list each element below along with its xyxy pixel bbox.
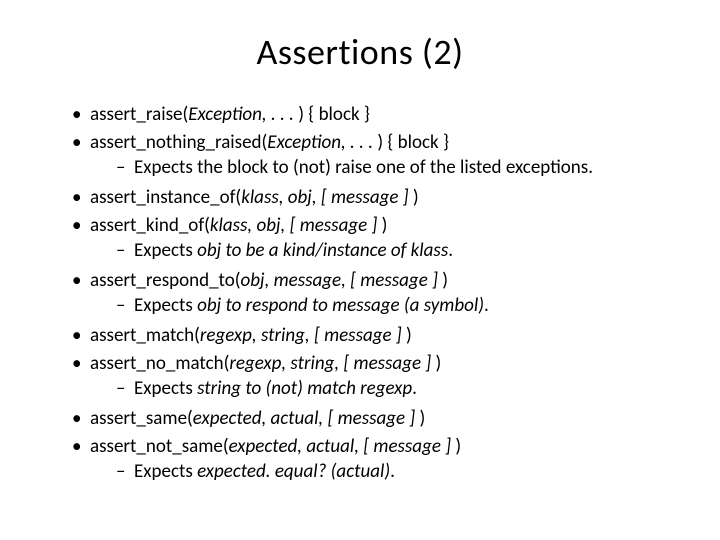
list-item: assert_respond_to(obj, message, [ messag… (72, 268, 680, 323)
list-item: assert_match(regexp, string, [ message ]… (72, 323, 680, 351)
sub-list: Expects the block to (not) raise one of … (90, 155, 680, 183)
list-item: assert_kind_of(klass, obj, [ message ] )… (72, 213, 680, 268)
list-item: assert_no_match(regexp, string, [ messag… (72, 351, 680, 406)
sub-list-item: Expects expected. equal? (actual). (116, 459, 680, 487)
sub-list-item: Expects obj to be a kind/instance of kla… (116, 238, 680, 266)
bullet-list: assert_raise(Exception, . . . ) { block … (40, 102, 680, 489)
sub-list: Expects obj to respond to message (a sym… (90, 293, 680, 321)
sub-list-item: Expects obj to respond to message (a sym… (116, 293, 680, 321)
list-item: assert_not_same(expected, actual, [ mess… (72, 434, 680, 489)
sub-list-item: Expects string to (not) match regexp. (116, 376, 680, 404)
sub-list: Expects string to (not) match regexp. (90, 376, 680, 404)
slide-title: Assertions (2) (40, 30, 680, 74)
list-item: assert_raise(Exception, . . . ) { block … (72, 102, 680, 130)
list-item: assert_nothing_raised(Exception, . . . )… (72, 130, 680, 185)
sub-list-item: Expects the block to (not) raise one of … (116, 155, 680, 183)
sub-list: Expects obj to be a kind/instance of kla… (90, 238, 680, 266)
list-item: assert_instance_of(klass, obj, [ message… (72, 185, 680, 213)
list-item: assert_same(expected, actual, [ message … (72, 406, 680, 434)
slide: Assertions (2) assert_raise(Exception, .… (0, 0, 720, 540)
sub-list: Expects expected. equal? (actual). (90, 459, 680, 487)
